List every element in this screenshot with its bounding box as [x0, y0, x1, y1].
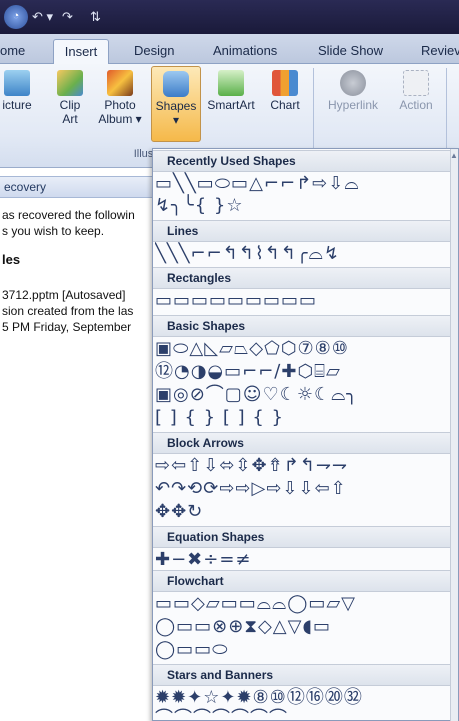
redo-button[interactable]: ↷: [62, 6, 73, 28]
section-equation-shapes: Equation Shapes: [153, 526, 452, 548]
section-block-arrows: Block Arrows: [153, 432, 452, 454]
smartart-icon: [218, 70, 244, 96]
tab-review[interactable]: Reviev: [421, 42, 459, 64]
shape-row[interactable]: ◯▭▭⊗⊕⧗◇△▽◖▭: [155, 615, 451, 639]
shapes-button[interactable]: Shapes ▾: [151, 66, 201, 142]
illustrations-group-label: Illustr: [133, 148, 160, 160]
ribbon-group-divider: [446, 68, 447, 160]
recovered-file-name[interactable]: 3712.pptm [Autosaved]: [2, 288, 125, 302]
shape-row[interactable]: ✚−✖÷=≠: [155, 548, 451, 572]
action-label: Action: [399, 98, 433, 112]
shapes-label: Shapes: [155, 99, 197, 113]
recovered-file-description: sion created from the las: [2, 304, 134, 318]
undo-button[interactable]: ↶ ▾: [32, 6, 53, 28]
photo-album-button[interactable]: Photo Album ▾: [92, 70, 148, 126]
hyperlink-label: Hyperlink: [327, 98, 378, 112]
shape-row[interactable]: ⇨⇦⇧⇩⬄⇳✥⇮↱↰⇁⇁: [155, 454, 451, 478]
shape-row[interactable]: ✥✥↻: [155, 500, 451, 524]
smartart-button[interactable]: SmartArt: [203, 70, 259, 112]
hyperlink-icon: [340, 70, 366, 96]
clip-art-label-2: Art: [62, 112, 78, 126]
section-lines: Lines: [153, 220, 452, 242]
photo-album-label: Photo: [104, 98, 136, 112]
clip-art-icon: [57, 70, 83, 96]
office-button[interactable]: ◔: [4, 5, 28, 29]
chart-label: Chart: [270, 98, 300, 112]
shape-row[interactable]: ▣⬭△◺▱⏢◇⬠⬡⑦⑧⑩: [155, 337, 451, 361]
recovery-message-line-1: as recovered the followin: [2, 208, 135, 222]
section-rectangles: Rectangles: [153, 267, 452, 289]
available-files-heading: les: [2, 252, 21, 267]
picture-button[interactable]: icture: [0, 70, 44, 112]
shape-row[interactable]: ⑫◔◑◒▭⌐⌐∕✚⬡⌸▱: [155, 360, 451, 384]
clip-art-button[interactable]: Clip Art: [50, 70, 90, 126]
tab-slide-show[interactable]: Slide Show: [318, 42, 383, 64]
section-recently-used: Recently Used Shapes: [153, 150, 452, 172]
photo-album-label-2: Album ▾: [98, 112, 142, 126]
shape-row[interactable]: ⌒⌒⌒⌒⌒⌒⌒: [155, 707, 451, 721]
recovery-message-line-2: s you wish to keep.: [2, 224, 105, 238]
hyperlink-button[interactable]: Hyperlink: [322, 70, 384, 112]
tab-home[interactable]: ome: [0, 42, 25, 64]
action-icon: [403, 70, 429, 96]
tab-animations[interactable]: Animations: [213, 42, 277, 64]
chart-button[interactable]: Chart: [263, 70, 307, 112]
shape-row[interactable]: ◯▭▭⬭: [155, 638, 451, 662]
section-flowchart: Flowchart: [153, 570, 452, 592]
tab-design[interactable]: Design: [134, 42, 174, 64]
clip-art-label: Clip: [59, 98, 81, 112]
chart-icon: [272, 70, 298, 96]
gallery-scrollbar[interactable]: ▲: [450, 149, 458, 721]
document-recovery-pane: ecovery as recovered the followin s you …: [0, 168, 160, 721]
customize-qat-button[interactable]: ⇅: [90, 6, 101, 28]
smartart-label: SmartArt: [207, 98, 255, 112]
shapes-icon: [163, 71, 189, 97]
shape-row[interactable]: ▭╲╲▭⬭▭△⌐⌐↱⇨⇩⌓: [155, 172, 451, 196]
quick-access-toolbar: ◔ ↶ ▾ ↷ ⇅: [0, 0, 459, 34]
shape-row[interactable]: ╲╲╲⌐⌐↰↰⌇↰↰╭⌓↯: [155, 242, 451, 266]
shapes-dropdown-arrow: ▾: [172, 113, 180, 127]
shape-row[interactable]: ▭▭◇▱▭▭⌓⌓◯▭▱▽: [155, 592, 451, 616]
shape-row[interactable]: [ ] { } [ ] { }: [155, 406, 451, 430]
shapes-gallery: Recently Used Shapes ▭╲╲▭⬭▭△⌐⌐↱⇨⇩⌓ ↯╮╰{ …: [152, 148, 459, 721]
scroll-up-arrow-icon[interactable]: ▲: [450, 149, 458, 163]
shape-row[interactable]: ▭▭▭▭▭▭▭▭▭: [155, 289, 451, 313]
recovery-pane-title: ecovery: [0, 176, 160, 198]
picture-icon: [4, 70, 30, 96]
section-basic-shapes: Basic Shapes: [153, 315, 452, 337]
tab-insert[interactable]: Insert: [53, 39, 109, 65]
shape-row[interactable]: ↯╮╰{ }☆: [155, 194, 451, 218]
recovered-file-time: 5 PM Friday, September: [2, 320, 132, 334]
action-button[interactable]: Action: [393, 70, 439, 112]
photo-album-icon: [107, 70, 133, 96]
shape-row[interactable]: ↶↷⟲⟳⇨⇨▷⇨⇩⇩⇦⇧: [155, 477, 451, 501]
ribbon-tabs: ome Insert Design Animations Slide Show …: [0, 34, 459, 65]
picture-label: icture: [2, 98, 32, 112]
shape-row[interactable]: ▣◎⊘⌒▢☺♡☾☼☾⌓╮: [155, 383, 451, 407]
section-stars-banners: Stars and Banners: [153, 664, 452, 686]
ribbon-group-divider: [313, 68, 314, 160]
